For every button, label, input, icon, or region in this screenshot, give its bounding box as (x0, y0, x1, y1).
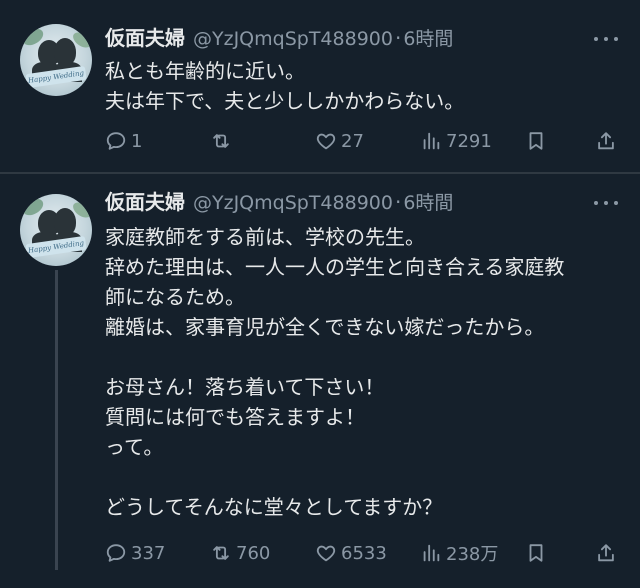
tweet[interactable]: Happy Wedding 仮面夫婦 @YzJQmqSpT488900 · 6時間 私… (0, 0, 640, 172)
avatar[interactable]: Happy Wedding (20, 24, 92, 96)
tweet-text-line: 家庭教師をする前は、学校の先生。 (105, 225, 425, 249)
bookmark-button[interactable] (525, 128, 547, 154)
tweet-text-line: お母さん！落ち着いて下さい！ (105, 375, 385, 399)
tweet-text: 私とも年齢的に近い。 夫は年下で、夫と少ししかかわらない。 (105, 56, 615, 116)
retweet-button[interactable] (210, 128, 236, 154)
tweet[interactable]: Happy Wedding 仮面夫婦 @YzJQmqSpT488900 · 6時間 家… (0, 176, 640, 588)
tweet-header: 仮面夫婦 @YzJQmqSpT488900 · 6時間 (105, 26, 453, 50)
views-button[interactable]: 7291 (420, 128, 492, 154)
more-icon[interactable] (594, 26, 618, 50)
heart-icon (316, 545, 336, 562)
tweet-text-line: って。 (105, 435, 164, 459)
tweet-text-line: どうしてそんなに堂々としてますか？ (105, 495, 443, 519)
author-name[interactable]: 仮面夫婦 (105, 26, 185, 50)
tweet-actions: 1 27 7291 (105, 128, 620, 154)
reply-count: 337 (131, 542, 166, 564)
share-button[interactable] (595, 540, 617, 566)
reply-button[interactable]: 337 (105, 540, 165, 566)
tweet-text-line: 離婚は、家事育児が全くできない嫁だったから。 (105, 315, 545, 339)
tweet-divider (0, 172, 640, 174)
tweet-text-line (105, 462, 615, 492)
views-count: 238万 (446, 544, 499, 565)
author-handle[interactable]: @YzJQmqSpT488900 (193, 28, 393, 50)
tweet-text: 家庭教師をする前は、学校の先生。 辞めた理由は、一人一人の学生と向き合える家庭教… (105, 222, 615, 522)
reply-icon (106, 544, 126, 562)
retweet-icon (213, 134, 229, 148)
author-handle[interactable]: @YzJQmqSpT488900 (193, 192, 393, 214)
tweet-time[interactable]: 6時間 (403, 192, 453, 214)
bookmark-icon (529, 132, 543, 150)
separator-dot: · (394, 26, 402, 50)
reply-button[interactable]: 1 (105, 128, 142, 154)
bookmark-icon (529, 544, 543, 562)
author-name[interactable]: 仮面夫婦 (105, 190, 185, 214)
avatar[interactable]: Happy Wedding (20, 194, 92, 266)
retweet-button[interactable]: 760 (210, 540, 270, 566)
views-icon (423, 132, 440, 150)
views-count: 7291 (446, 130, 492, 152)
share-icon (598, 544, 614, 562)
heart-icon (316, 133, 336, 150)
separator-dot: · (394, 190, 402, 214)
views-icon (423, 544, 440, 562)
like-count: 6533 (341, 542, 387, 564)
tweet-text-line: 私とも年齢的に近い。 (105, 59, 305, 83)
like-button[interactable]: 27 (315, 128, 364, 154)
reply-icon (106, 132, 126, 150)
tweet-text-line: 夫は年下で、夫と少ししかかわらない。 (105, 89, 465, 113)
reply-count: 1 (131, 130, 143, 152)
like-count: 27 (341, 130, 364, 152)
tweet-time[interactable]: 6時間 (403, 28, 453, 50)
views-button[interactable]: 238万 (420, 540, 498, 566)
bookmark-button[interactable] (525, 540, 547, 566)
thread-line (55, 270, 58, 570)
share-icon (598, 132, 614, 150)
more-icon[interactable] (594, 190, 618, 214)
share-button[interactable] (595, 128, 617, 154)
tweet-actions: 337 760 6533 238万 (105, 540, 620, 566)
tweet-header: 仮面夫婦 @YzJQmqSpT488900 · 6時間 (105, 190, 453, 214)
tweet-text-line (105, 342, 615, 372)
tweet-text-line: 師になるため。 (105, 285, 245, 309)
retweet-icon (213, 546, 229, 560)
tweet-text-line: 辞めた理由は、一人一人の学生と向き合える家庭教 (105, 255, 565, 279)
retweet-count: 760 (236, 542, 271, 564)
like-button[interactable]: 6533 (315, 540, 387, 566)
tweet-text-line: 質問には何でも答えますよ！ (105, 405, 365, 429)
